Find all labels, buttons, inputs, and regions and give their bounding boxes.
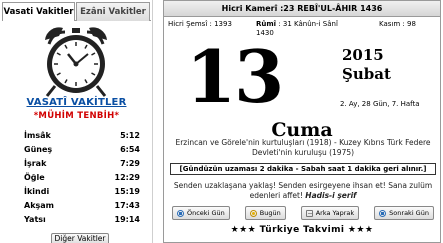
solar-label: Hicri Şemsî	[168, 20, 208, 28]
important-notice: *MÜHİM TENBİH*	[33, 111, 120, 121]
hadith-label: Hadis-i şerif	[305, 191, 357, 200]
alarm-clock-icon	[35, 24, 117, 98]
prayer-time: 7:29	[120, 159, 140, 168]
day-navigation: Önceki Gün Bugün Arka Yaprak Sonraki Gün	[172, 206, 434, 220]
sun-icon	[249, 209, 257, 217]
prayer-name: İmsâk	[24, 131, 51, 140]
star-icon: ★★★	[347, 225, 374, 235]
kasim-label: Kasım	[379, 20, 401, 28]
prayer-time: 12:29	[114, 173, 140, 182]
previous-day-button[interactable]: Önceki Gün	[172, 206, 230, 220]
prayer-time: 6:54	[120, 145, 140, 154]
hadith-quote: Senden uzaklaşana yaklaş! Senden esirgey…	[170, 181, 436, 201]
previous-day-label: Önceki Gün	[187, 209, 225, 217]
today-button[interactable]: Bugün	[244, 206, 286, 220]
prayer-row: İşrak 7:29	[24, 157, 140, 171]
prayer-tabs: Vasati Vakitler Ezâni Vakitler	[2, 2, 151, 21]
rumi-label: Rûmî	[256, 20, 277, 28]
kasim-count: Kasım : 98	[379, 20, 416, 28]
prayer-row: Akşam 17:43	[24, 199, 140, 213]
star-icon: ★★★	[230, 225, 257, 235]
alarm-clock-svg	[45, 27, 107, 97]
kasim-value: 98	[406, 20, 416, 28]
arrow-right-icon	[379, 209, 387, 217]
prayer-row: Güneş 6:54	[24, 143, 140, 157]
arrow-left-icon	[177, 209, 184, 217]
hijri-date-header: Hicri Kamerî :23 REBÎ'UL-ÂHIR 1436	[164, 1, 440, 17]
prayer-time: 15:19	[114, 187, 140, 196]
tab-vasati-vakitler[interactable]: Vasati Vakitler	[2, 2, 75, 21]
prayer-row: İkindi 15:19	[24, 185, 140, 199]
prayer-name: İşrak	[24, 159, 47, 168]
prayer-name: Akşam	[24, 201, 55, 210]
prayer-row: İmsâk 5:12	[24, 129, 140, 143]
next-day-label: Sonraki Gün	[389, 209, 429, 217]
prayer-name: Yatsı	[24, 215, 46, 224]
footer-title-text: Türkiye Takvimi	[259, 225, 345, 235]
day-number: 13	[186, 34, 284, 119]
back-page-label: Arka Yaprak	[315, 209, 355, 217]
tab-ezani-vakitler[interactable]: Ezâni Vakitler	[76, 2, 150, 21]
vasati-vakitler-link[interactable]: VASATÎ VAKİTLER	[0, 97, 153, 108]
daylight-note: [Gündüzün uzaması 2 dakika - Sabah saat …	[170, 163, 436, 175]
prayer-time: 19:14	[114, 215, 140, 224]
other-times-button[interactable]: Diğer Vakitler	[51, 233, 109, 243]
solar-value: 1393	[214, 20, 232, 28]
page-icon	[305, 209, 313, 217]
week-info: 2. Ay, 28 Gün, 7. Hafta	[340, 100, 420, 108]
hadith-text: Senden uzaklaşana yaklaş! Senden esirgey…	[173, 181, 433, 200]
prayer-name: Güneş	[24, 145, 53, 154]
prayer-row: Yatsı 19:14	[24, 213, 140, 227]
calendar-page: Hicri Kamerî :23 REBÎ'UL-ÂHIR 1436 Hicri…	[163, 0, 441, 243]
today-label: Bugün	[259, 209, 281, 217]
prayer-name: Öğle	[24, 173, 45, 182]
year: 2015	[342, 46, 384, 64]
next-day-button[interactable]: Sonraki Gün	[374, 206, 434, 220]
month-name: Şubat	[342, 65, 391, 83]
left-panel: Vasati Vakitler Ezâni Vakitler VASATÎ VA…	[0, 0, 153, 243]
prayer-time: 5:12	[120, 131, 140, 140]
prayer-name: İkindi	[24, 187, 50, 196]
historical-event: Erzincan ve Görele'nin kurtuluşları (191…	[175, 138, 431, 157]
prayer-row: Öğle 12:29	[24, 171, 140, 185]
footer-title: ★★★ Türkiye Takvimi ★★★	[164, 225, 440, 235]
prayer-times-list: İmsâk 5:12 Güneş 6:54 İşrak 7:29 Öğle 12…	[24, 129, 140, 227]
back-page-button[interactable]: Arka Yaprak	[300, 206, 360, 220]
prayer-time: 17:43	[114, 201, 140, 210]
solar-date: Hicri Şemsî : 1393	[168, 20, 232, 28]
